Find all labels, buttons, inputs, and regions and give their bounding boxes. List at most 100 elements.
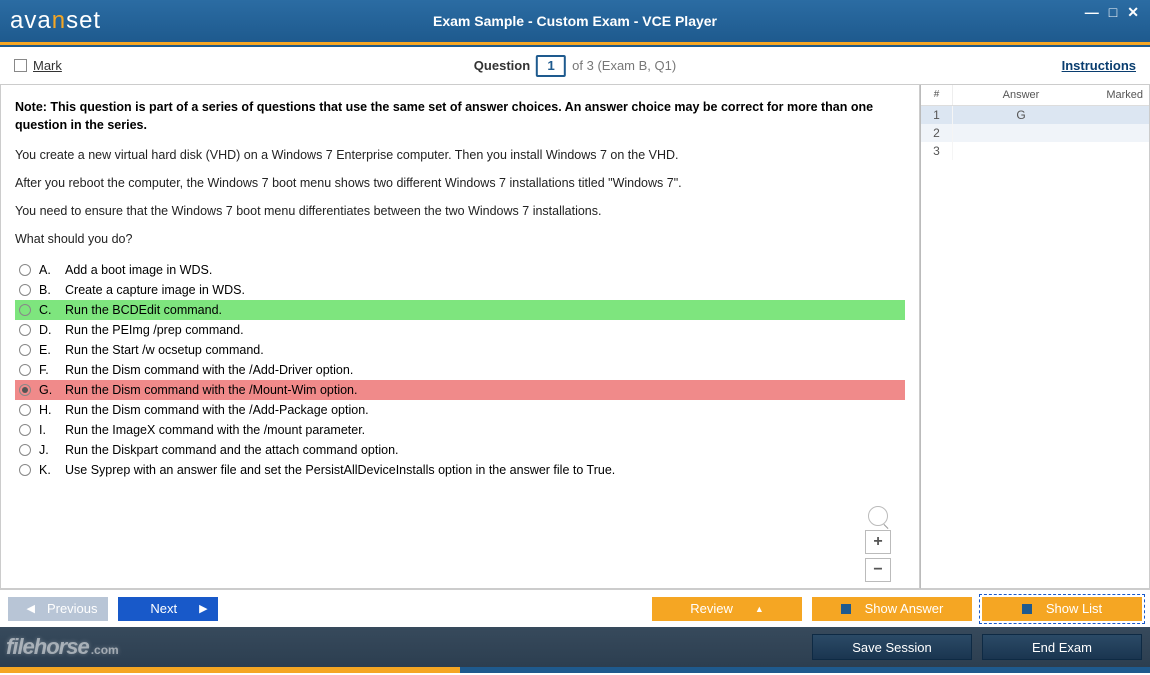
option-letter: H.	[39, 403, 57, 417]
row-answer	[953, 142, 1089, 160]
search-icon[interactable]	[868, 506, 888, 526]
answer-option[interactable]: F. Run the Dism command with the /Add-Dri…	[15, 360, 905, 380]
answer-option[interactable]: B. Create a capture image in WDS.	[15, 280, 905, 300]
answer-list-row[interactable]: 3	[921, 142, 1149, 160]
answer-list-row[interactable]: 1G	[921, 106, 1149, 124]
answer-option[interactable]: E. Run the Start /w ocsetup command.	[15, 340, 905, 360]
radio-button[interactable]	[19, 444, 31, 456]
answer-option[interactable]: A.Add a boot image in WDS.	[15, 260, 905, 280]
review-button[interactable]: Review ▲	[652, 597, 802, 621]
row-num: 3	[921, 142, 953, 160]
option-text: Run the Dism command with the /Mount-Wim…	[65, 383, 357, 397]
question-note: Note: This question is part of a series …	[15, 99, 905, 134]
row-marked	[1089, 142, 1149, 160]
row-answer	[953, 124, 1089, 142]
answer-option[interactable]: H. Run the Dism command with the /Add-Pac…	[15, 400, 905, 420]
question-context: of 3 (Exam B, Q1)	[572, 58, 676, 73]
option-letter: E.	[39, 343, 57, 357]
option-letter: B.	[39, 283, 57, 297]
question-number-input[interactable]	[536, 55, 566, 77]
answer-list-header: # Answer Marked	[921, 85, 1149, 106]
option-text: Run the Start /w ocsetup command.	[65, 343, 264, 357]
review-label: Review	[690, 601, 733, 616]
option-text: Run the PEImg /prep command.	[65, 323, 244, 337]
answer-option[interactable]: K. Use Syprep with an answer file and set…	[15, 460, 905, 480]
option-letter: J.	[39, 443, 57, 457]
row-marked	[1089, 106, 1149, 124]
next-button[interactable]: Next ▶	[118, 597, 218, 621]
instructions-link[interactable]: Instructions	[1062, 58, 1136, 73]
row-marked	[1089, 124, 1149, 142]
option-text: Use Syprep with an answer file and set t…	[65, 463, 615, 477]
option-text: Run the Dism command with the /Add-Packa…	[65, 403, 369, 417]
option-letter: C.	[39, 303, 57, 317]
radio-button[interactable]	[19, 364, 31, 376]
window-controls: — □ ✕	[1082, 4, 1142, 21]
radio-button[interactable]	[19, 424, 31, 436]
question-paragraph: What should you do?	[15, 232, 905, 246]
square-filled-icon	[1022, 604, 1032, 614]
radio-button[interactable]	[19, 384, 31, 396]
option-letter: I.	[39, 423, 57, 437]
option-text: Run the Dism command with the /Add-Drive…	[65, 363, 353, 377]
zoom-in-button[interactable]: +	[865, 530, 891, 554]
mark-checkbox[interactable]	[14, 59, 27, 72]
option-text: Run the BCDEdit command.	[65, 303, 222, 317]
next-label: Next	[150, 601, 177, 616]
chevron-right-icon: ▶	[199, 602, 207, 615]
row-num: 2	[921, 124, 953, 142]
show-list-button[interactable]: Show List	[982, 597, 1142, 621]
show-answer-button[interactable]: Show Answer	[812, 597, 972, 621]
radio-button[interactable]	[19, 304, 31, 316]
answer-options: A.Add a boot image in WDS. B. Create a cap…	[15, 260, 905, 480]
end-exam-button[interactable]: End Exam	[982, 634, 1142, 660]
chevron-left-icon: ◀	[26, 602, 34, 615]
radio-button[interactable]	[19, 404, 31, 416]
maximize-icon[interactable]: □	[1106, 4, 1120, 21]
radio-button[interactable]	[19, 324, 31, 336]
logo-part3: set	[66, 7, 101, 35]
logo: avanset	[10, 7, 101, 35]
question-paragraph: You need to ensure that the Windows 7 bo…	[15, 204, 905, 218]
main-area: Note: This question is part of a series …	[0, 85, 1150, 589]
answer-option[interactable]: I. Run the ImageX command with the /mount…	[15, 420, 905, 440]
question-paragraph: You create a new virtual hard disk (VHD)…	[15, 148, 905, 162]
toolbar-secondary: filehorse.com Save Session End Exam	[0, 627, 1150, 667]
minimize-icon[interactable]: —	[1082, 4, 1102, 21]
col-num: #	[921, 85, 953, 105]
mark-label: Mark	[33, 58, 62, 73]
answer-list-row[interactable]: 2	[921, 124, 1149, 142]
watermark-b: .com	[91, 643, 119, 657]
answer-option[interactable]: J.Run the Diskpart command and the attac…	[15, 440, 905, 460]
zoom-controls: + −	[865, 506, 891, 582]
option-text: Run the ImageX command with the /mount p…	[65, 423, 365, 437]
watermark: filehorse.com	[6, 634, 119, 660]
answer-option[interactable]: D.Run the PEImg /prep command.	[15, 320, 905, 340]
option-text: Create a capture image in WDS.	[65, 283, 245, 297]
row-answer: G	[953, 106, 1089, 124]
watermark-a: filehorse	[6, 634, 89, 659]
answer-option[interactable]: G.Run the Dism command with the /Mount-W…	[15, 380, 905, 400]
close-icon[interactable]: ✕	[1124, 4, 1142, 21]
save-session-button[interactable]: Save Session	[812, 634, 972, 660]
triangle-up-icon: ▲	[755, 604, 764, 614]
titlebar: avanset Exam Sample - Custom Exam - VCE …	[0, 0, 1150, 42]
toolbar-primary: ◀ Previous Next ▶ Review ▲ Show Answer S…	[0, 589, 1150, 627]
radio-button[interactable]	[19, 344, 31, 356]
show-list-label: Show List	[1046, 601, 1102, 616]
option-letter: K.	[39, 463, 57, 477]
zoom-out-button[interactable]: −	[865, 558, 891, 582]
bottom-accent	[0, 667, 1150, 673]
question-label: Question	[474, 58, 530, 73]
option-text: Add a boot image in WDS.	[65, 263, 212, 277]
footer: ◀ Previous Next ▶ Review ▲ Show Answer S…	[0, 589, 1150, 673]
question-nav: Question of 3 (Exam B, Q1)	[474, 55, 676, 77]
mark-checkbox-wrap[interactable]: Mark	[14, 58, 62, 73]
radio-button[interactable]	[19, 264, 31, 276]
radio-button[interactable]	[19, 284, 31, 296]
option-letter: F.	[39, 363, 57, 377]
radio-button[interactable]	[19, 464, 31, 476]
previous-button[interactable]: ◀ Previous	[8, 597, 108, 621]
answer-option[interactable]: C. Run the BCDEdit command.	[15, 300, 905, 320]
question-paragraph: After you reboot the computer, the Windo…	[15, 176, 905, 190]
